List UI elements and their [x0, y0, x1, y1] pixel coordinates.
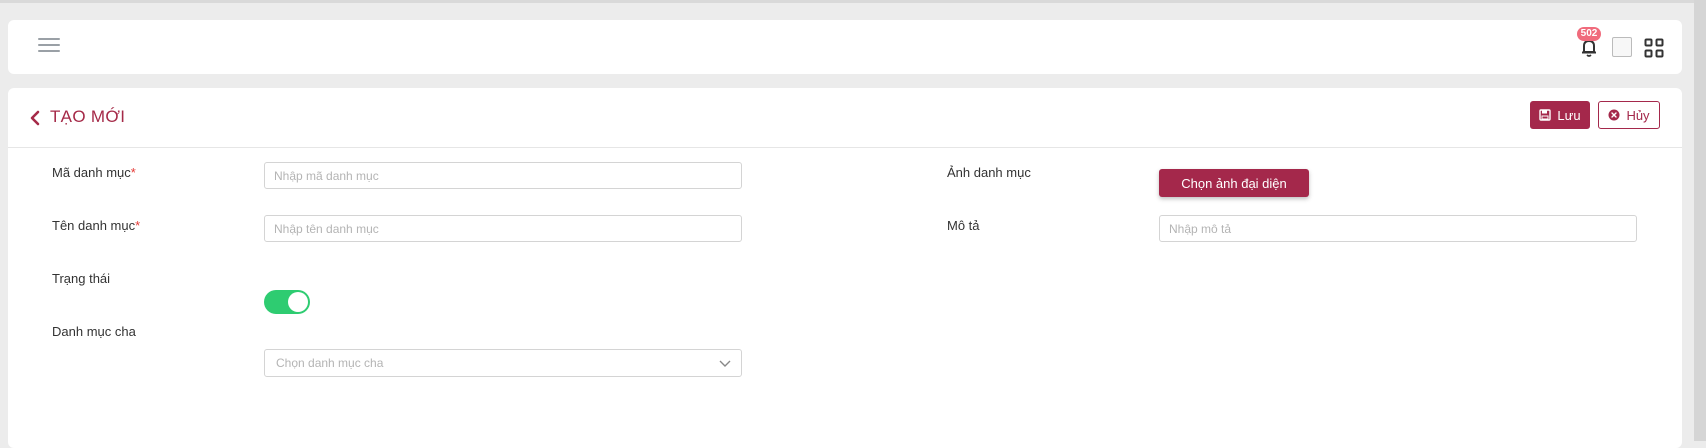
name-label: Tên danh mục* — [52, 218, 140, 234]
code-input[interactable] — [264, 162, 742, 189]
code-label: Mã danh mục* — [52, 165, 136, 181]
avatar[interactable] — [1612, 37, 1632, 57]
required-mark: * — [135, 218, 141, 233]
name-input[interactable] — [264, 215, 742, 242]
scrollbar[interactable] — [1694, 0, 1706, 441]
image-label: Ảnh danh mục — [947, 165, 1031, 180]
cancel-button-label: Hủy — [1626, 107, 1650, 123]
apps-grid-icon[interactable] — [1644, 38, 1664, 58]
top-header: 502 — [8, 20, 1682, 74]
parent-select[interactable]: Chọn danh mục cha — [264, 349, 742, 377]
status-toggle[interactable] — [264, 290, 310, 314]
required-mark: * — [130, 165, 136, 180]
name-label-text: Tên danh mục — [52, 218, 136, 233]
save-icon — [1539, 109, 1552, 121]
chevron-down-icon — [719, 360, 731, 367]
parent-select-placeholder: Chọn danh mục cha — [276, 356, 384, 370]
close-circle-icon — [1608, 109, 1620, 121]
save-button[interactable]: Lưu — [1530, 101, 1590, 129]
status-label: Trạng thái — [52, 271, 111, 286]
notification-badge: 502 — [1577, 27, 1601, 41]
toggle-knob — [288, 292, 308, 312]
menu-icon[interactable] — [38, 38, 60, 56]
window-top-edge — [0, 0, 1706, 3]
description-label: Mô tả — [947, 218, 980, 233]
header-divider — [8, 147, 1682, 148]
save-button-label: Lưu — [1557, 107, 1581, 123]
parent-label: Danh mục cha — [52, 324, 136, 339]
create-form-card: TẠO MỚI Lưu Hủy Mã danh mục* Tên danh mụ… — [8, 88, 1682, 448]
choose-image-button[interactable]: Chọn ảnh đại diện — [1159, 169, 1309, 197]
code-label-text: Mã danh mục — [52, 165, 131, 180]
description-input[interactable] — [1159, 215, 1637, 242]
page-title: TẠO MỚI — [50, 107, 126, 126]
cancel-button[interactable]: Hủy — [1598, 101, 1660, 129]
back-chevron-icon[interactable] — [28, 108, 42, 128]
